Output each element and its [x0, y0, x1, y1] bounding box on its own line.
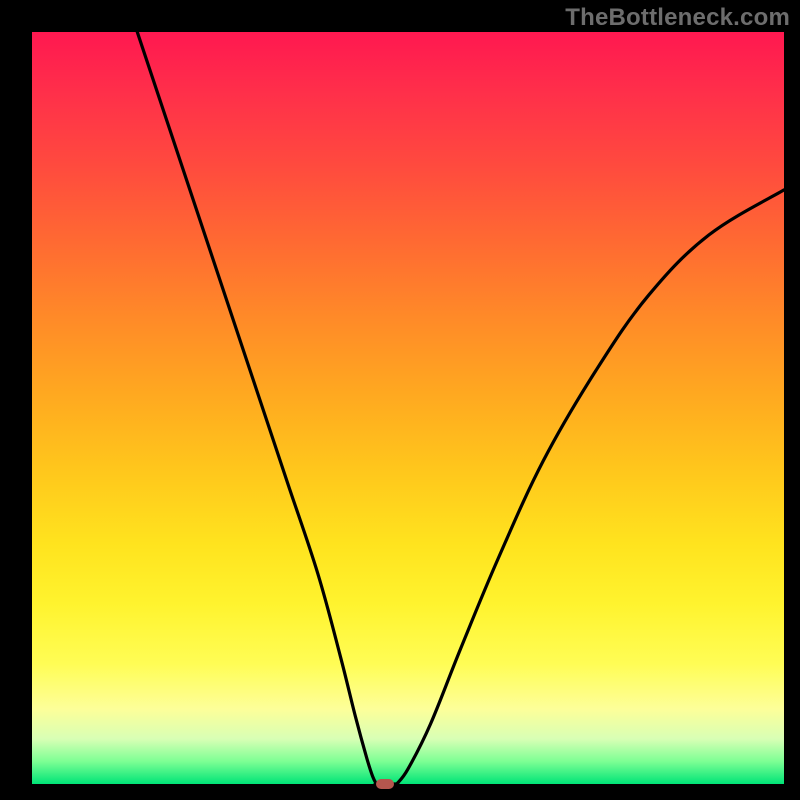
curve-svg — [32, 32, 784, 784]
plot-area — [32, 32, 784, 784]
chart-frame: TheBottleneck.com — [0, 0, 800, 800]
optimum-marker — [376, 779, 394, 789]
bottleneck-curve — [137, 32, 784, 784]
watermark-text: TheBottleneck.com — [565, 4, 790, 32]
